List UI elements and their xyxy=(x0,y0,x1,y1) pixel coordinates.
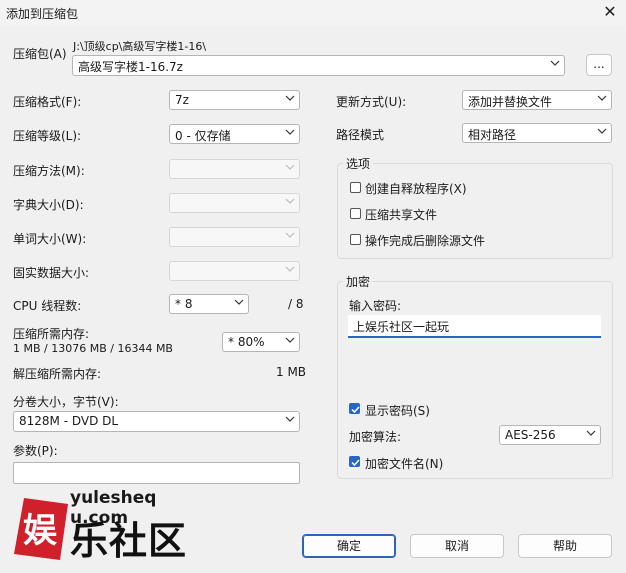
ok-button[interactable]: 确定 xyxy=(302,534,396,558)
threads-label: CPU 线程数: xyxy=(13,299,82,313)
volume-value: 8128M - DVD DL xyxy=(19,414,119,428)
format-value: 7z xyxy=(175,93,189,107)
chevron-down-icon xyxy=(285,95,295,101)
password-label: 输入密码: xyxy=(349,299,402,313)
update-value: 添加并替换文件 xyxy=(468,95,553,109)
chevron-down-icon xyxy=(285,198,295,204)
archive-name-combobox[interactable]: 高级写字楼1-16.7z xyxy=(72,55,565,76)
sfx-label: 创建自释放程序(X) xyxy=(365,182,467,196)
show-password-label: 显示密码(S) xyxy=(365,404,430,418)
chevron-down-icon xyxy=(586,430,596,436)
watermark-text: 乐社区 xyxy=(70,519,188,563)
chevron-down-icon xyxy=(597,128,607,134)
threads-max: / 8 xyxy=(288,297,304,311)
browse-button[interactable]: ... xyxy=(586,54,612,76)
update-label: 更新方式(U): xyxy=(336,95,407,109)
chevron-down-icon xyxy=(285,129,295,135)
encryption-title: 加密 xyxy=(343,273,374,290)
level-select[interactable]: 0 - 仅存储 xyxy=(169,124,300,144)
options-title: 选项 xyxy=(343,155,374,172)
chevron-down-icon xyxy=(285,164,295,170)
close-icon[interactable]: ✕ xyxy=(600,2,620,22)
chevron-down-icon xyxy=(234,299,244,305)
watermark-badge-icon: 娱 xyxy=(14,498,68,560)
word-select xyxy=(169,227,300,247)
encryption-method-value: AES-256 xyxy=(505,428,556,442)
mem-decompress-value: 1 MB xyxy=(276,365,307,379)
encrypt-names-label: 加密文件名(N) xyxy=(365,457,444,471)
solid-select xyxy=(169,261,300,281)
archive-label: 压缩包(A) xyxy=(13,47,67,61)
mem-percent-select[interactable]: * 80% xyxy=(222,332,300,352)
cancel-button[interactable]: 取消 xyxy=(410,534,504,558)
delete-after-label: 操作完成后删除源文件 xyxy=(365,234,486,248)
chevron-down-icon xyxy=(597,95,607,101)
checkmark-icon xyxy=(351,459,360,467)
word-label: 单词大小(W): xyxy=(13,232,87,246)
mem-compress-detail: 1 MB / 13076 MB / 16344 MB xyxy=(13,342,173,355)
pathmode-select[interactable]: 相对路径 xyxy=(462,123,612,143)
level-value: 0 - 仅存储 xyxy=(175,129,231,143)
pathmode-label: 路径模式 xyxy=(336,128,385,142)
encryption-method-label: 加密算法: xyxy=(349,430,402,444)
dict-label: 字典大小(D): xyxy=(13,198,84,212)
chevron-down-icon xyxy=(285,232,295,238)
shared-files-label: 压缩共享文件 xyxy=(365,208,438,222)
mem-compress-label: 压缩所需内存: xyxy=(13,327,90,341)
volume-label: 分卷大小，字节(V): xyxy=(13,395,119,409)
mem-decompress-label: 解压缩所需内存: xyxy=(13,367,102,381)
params-input[interactable] xyxy=(13,462,300,484)
params-label: 参数(P): xyxy=(13,444,58,458)
encryption-method-select[interactable]: AES-256 xyxy=(499,425,601,445)
checkmark-icon xyxy=(351,406,360,414)
solid-label: 固实数据大小: xyxy=(13,266,90,280)
sfx-checkbox[interactable] xyxy=(350,182,361,193)
archive-name-value: 高级写字楼1-16.7z xyxy=(78,60,183,74)
shared-files-checkbox[interactable] xyxy=(350,208,361,219)
archive-path: J:\顶级cp\高级写字楼1-16\ xyxy=(73,40,207,53)
volume-combobox[interactable]: 8128M - DVD DL xyxy=(13,411,300,432)
update-select[interactable]: 添加并替换文件 xyxy=(462,90,612,110)
format-label: 压缩格式(F): xyxy=(13,95,82,109)
method-label: 压缩方法(M): xyxy=(13,164,85,178)
threads-value: * 8 xyxy=(175,297,193,311)
window-title: 添加到压缩包 xyxy=(6,7,79,21)
show-password-checkbox[interactable] xyxy=(349,403,360,414)
watermark-logo: 娱 yulesheq u.com 乐社区 xyxy=(10,488,205,568)
password-input[interactable]: 上娱乐社区一起玩 xyxy=(348,315,601,338)
chevron-down-icon xyxy=(285,266,295,272)
chevron-down-icon xyxy=(285,337,295,343)
help-button[interactable]: 帮助 xyxy=(518,534,612,558)
encrypt-names-checkbox[interactable] xyxy=(349,456,360,467)
level-label: 压缩等级(L): xyxy=(13,129,82,143)
format-select[interactable]: 7z xyxy=(169,90,300,110)
delete-after-checkbox[interactable] xyxy=(350,234,361,245)
mem-percent-value: * 80% xyxy=(228,335,265,349)
chevron-down-icon xyxy=(285,416,295,422)
chevron-down-icon xyxy=(550,60,560,66)
pathmode-value: 相对路径 xyxy=(468,128,517,142)
watermark-glyph: 娱 xyxy=(23,511,57,551)
dict-select xyxy=(169,193,300,213)
title-bar xyxy=(0,0,626,26)
password-value: 上娱乐社区一起玩 xyxy=(353,320,450,334)
threads-select[interactable]: * 8 xyxy=(169,294,249,314)
method-select xyxy=(169,159,300,179)
